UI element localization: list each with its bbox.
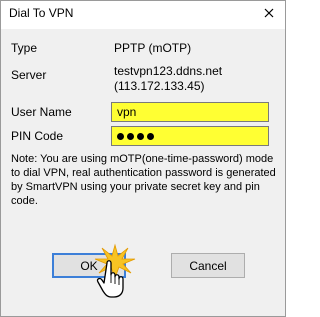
close-icon xyxy=(264,8,274,18)
motp-note: Note: You are using mOTP(one-time-passwo… xyxy=(11,153,276,207)
window-title: Dial To VPN xyxy=(9,6,74,20)
type-label: Type xyxy=(11,41,38,55)
pin-dot xyxy=(117,132,124,140)
pin-code-label: PIN Code xyxy=(11,129,64,143)
dial-to-vpn-dialog: Dial To VPN Type PPTP (mOTP) Server test… xyxy=(0,0,286,317)
server-ip: (113.172.133.45) xyxy=(114,79,205,93)
server-host: testvpn123.ddns.net xyxy=(114,64,223,78)
username-label: User Name xyxy=(11,105,72,119)
type-value: PPTP (mOTP) xyxy=(114,41,192,55)
ok-button[interactable]: OK xyxy=(52,253,126,278)
pin-dot xyxy=(147,132,154,140)
cancel-button[interactable]: Cancel xyxy=(171,253,245,278)
pin-code-mask xyxy=(117,128,154,144)
close-button[interactable] xyxy=(261,5,277,21)
pin-dot xyxy=(127,132,134,140)
title-bar: Dial To VPN xyxy=(1,1,285,29)
server-label: Server xyxy=(11,68,47,82)
pin-dot xyxy=(137,132,144,140)
username-field[interactable] xyxy=(111,102,269,122)
